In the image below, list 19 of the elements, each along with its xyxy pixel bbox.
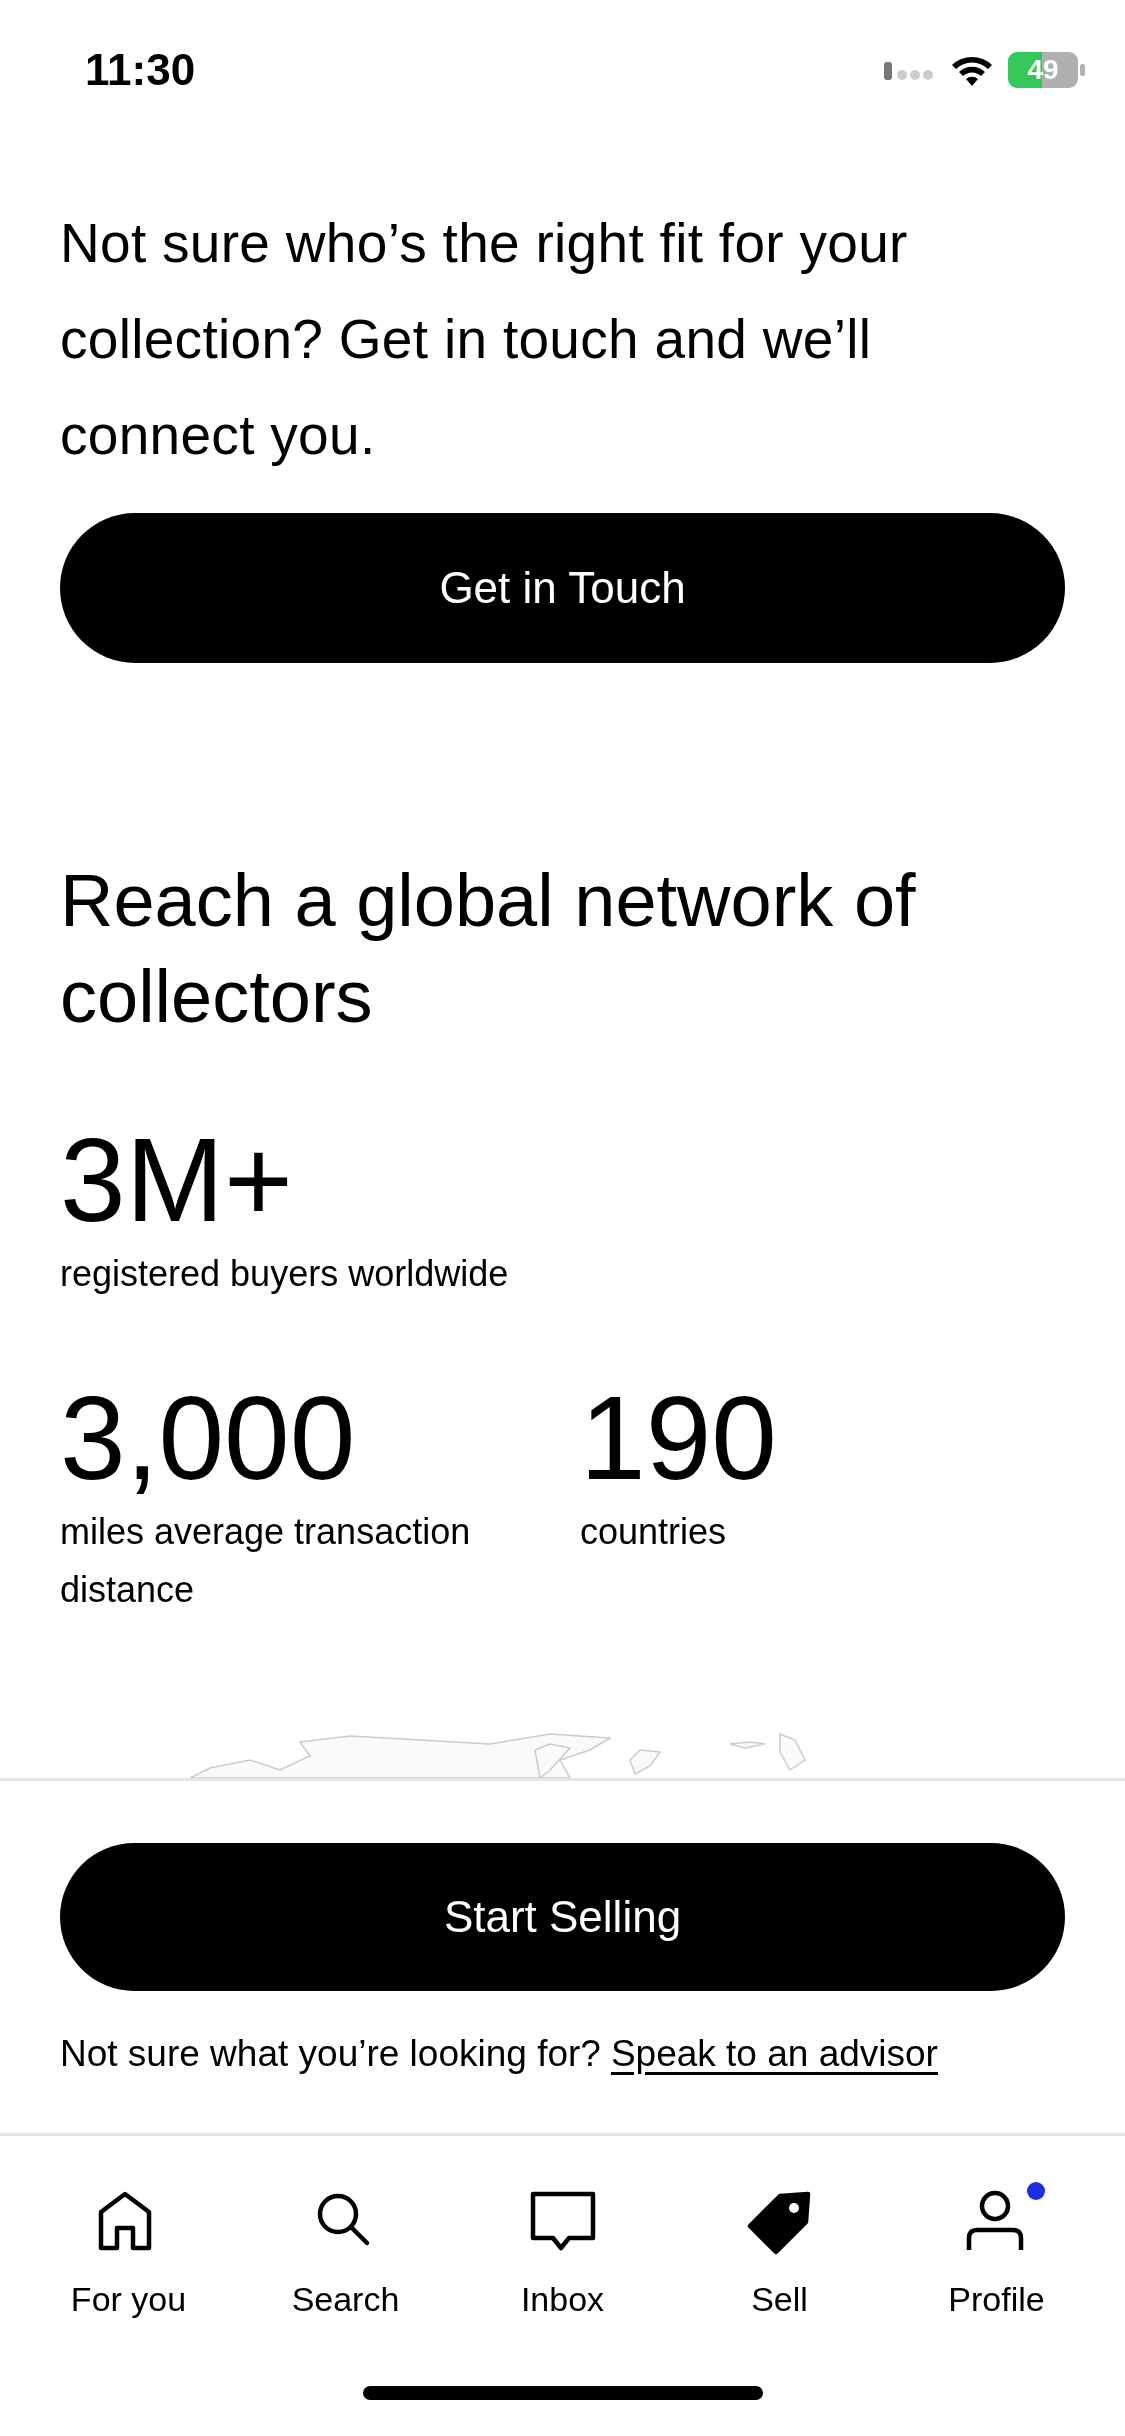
tab-item[interactable]: Sell — [679, 2186, 880, 2319]
section-heading: Reach a global network of collectors — [60, 858, 917, 1040]
tab-item[interactable]: For you — [28, 2186, 229, 2319]
intro-text: Not sure who’s the right fit for your collection? Get in touch and we’ll connect you. — [60, 211, 909, 468]
start-selling-button[interactable]: Start Selling — [60, 1843, 1065, 1991]
advisor-link[interactable]: Speak to an advisor — [610, 2033, 938, 2075]
get-in-touch-button[interactable]: Get in Touch — [60, 513, 1065, 663]
tab-item[interactable]: Search — [245, 2186, 446, 2319]
tab-item[interactable]: Inbox — [462, 2186, 663, 2319]
signal-icon — [884, 60, 936, 80]
clock: 11:30 — [85, 45, 196, 95]
stat-value: 190 — [580, 1373, 777, 1503]
tab-item[interactable]: Profile — [896, 2186, 1097, 2319]
stat-value: 3M+ — [60, 1115, 294, 1245]
stat-label: miles average transaction distance — [60, 1510, 472, 1612]
stat-label: countries — [580, 1510, 728, 1554]
advisor-prompt: Not sure what you’re looking for? — [60, 2033, 601, 2075]
stat-value: 3,000 — [60, 1373, 357, 1503]
stat-label: registered buyers worldwide — [60, 1252, 510, 1296]
